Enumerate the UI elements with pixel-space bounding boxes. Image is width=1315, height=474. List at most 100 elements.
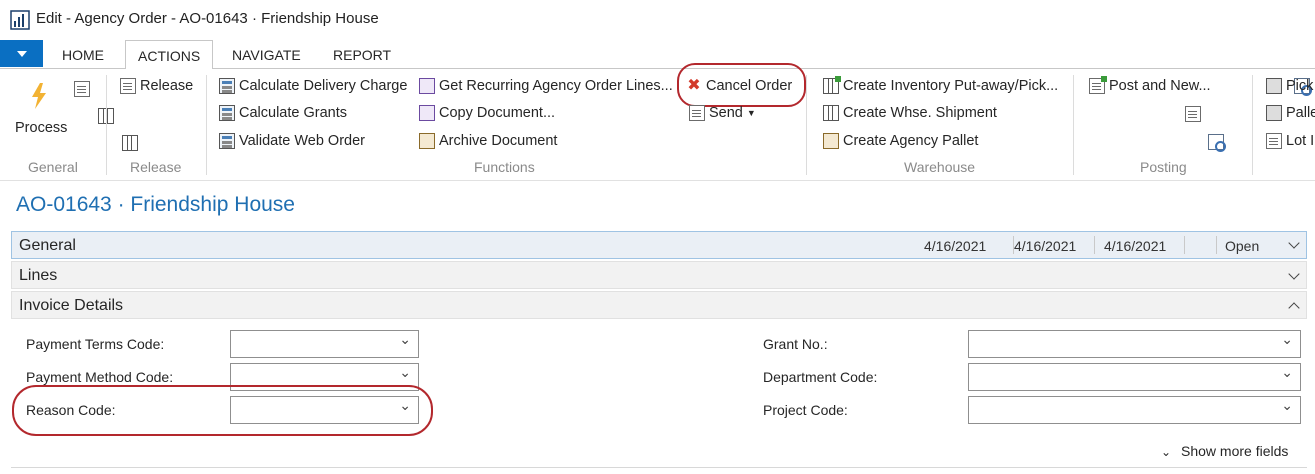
tab-report[interactable]: REPORT	[333, 47, 391, 63]
lot-icon	[1266, 133, 1282, 149]
divider	[1184, 236, 1185, 254]
project-code-label: Project Code:	[763, 402, 848, 418]
pallet-icon	[823, 133, 839, 149]
group-label-release: Release	[130, 159, 182, 175]
copy-document-button[interactable]: Copy Document...	[419, 102, 555, 124]
calculator-icon	[219, 105, 235, 121]
pick-label: Pick	[1286, 78, 1314, 94]
release-icon	[120, 78, 136, 94]
highlight-circle-reason-code	[12, 385, 433, 436]
chevron-down-icon[interactable]	[1288, 268, 1300, 280]
chevron-down-icon[interactable]	[1288, 237, 1300, 249]
create-inventory-putaway-button[interactable]: Create Inventory Put-away/Pick...	[823, 75, 1058, 97]
archive-document-label: Archive Document	[439, 133, 558, 149]
ribbon: Process General Release Release Calculat…	[0, 63, 1315, 181]
general-status: Open	[1225, 238, 1260, 254]
calculator-icon	[219, 133, 235, 149]
post-icon	[1089, 76, 1107, 94]
ribbon-divider	[106, 75, 107, 175]
send-label: Send	[709, 105, 743, 121]
tab-home[interactable]: HOME	[62, 47, 104, 63]
release-label: Release	[140, 78, 194, 94]
group-label-general: General	[28, 159, 78, 175]
shipment-icon	[823, 105, 839, 121]
dropdown-arrow-icon: ▼	[746, 108, 756, 118]
copy-document-icon	[419, 105, 435, 121]
validate-web-order-button[interactable]: Validate Web Order	[219, 130, 365, 152]
fasttab-general-label: General	[19, 237, 76, 254]
archive-document-button[interactable]: Archive Document	[419, 130, 557, 152]
send-icon	[689, 105, 705, 121]
grid-icon[interactable]	[121, 135, 138, 151]
group-label-warehouse: Warehouse	[904, 159, 976, 175]
payment-terms-code-label: Payment Terms Code:	[26, 336, 165, 352]
tab-navigate[interactable]: NAVIGATE	[232, 47, 301, 63]
general-date-2: 4/16/2021	[1014, 238, 1077, 254]
fasttab-lines-label: Lines	[19, 267, 58, 284]
calculate-delivery-charge-label: Calculate Delivery Charge	[239, 78, 408, 94]
send-button[interactable]: Send ▼	[689, 102, 756, 124]
calculate-delivery-charge-button[interactable]: Calculate Delivery Charge	[219, 75, 407, 97]
department-code-select[interactable]	[968, 363, 1301, 391]
create-whse-shipment-button[interactable]: Create Whse. Shipment	[823, 102, 997, 124]
post-and-new-button[interactable]: Post and New...	[1089, 75, 1211, 97]
post-and-new-label: Post and New...	[1109, 78, 1211, 94]
ribbon-divider	[206, 75, 207, 175]
create-agency-pallet-label: Create Agency Pallet	[843, 133, 979, 149]
department-code-label: Department Code:	[763, 369, 878, 385]
create-agency-pallet-button[interactable]: Create Agency Pallet	[823, 130, 978, 152]
printer-icon	[1266, 78, 1282, 94]
fasttab-general[interactable]: General 4/16/2021 4/16/2021 4/16/2021 Op…	[11, 231, 1307, 259]
window-title: Edit - Agency Order - AO-01643 · Friends…	[36, 10, 379, 27]
create-inventory-putaway-label: Create Inventory Put-away/Pick...	[843, 78, 1059, 94]
fasttab-invoice-details-label: Invoice Details	[19, 297, 124, 314]
project-code-select[interactable]	[968, 396, 1301, 424]
pallet-label: Palle	[1286, 105, 1315, 121]
page-title: AO-01643 · Friendship House	[16, 193, 295, 216]
fasttab-lines[interactable]: Lines	[11, 261, 1307, 289]
group-label-functions: Functions	[474, 159, 535, 175]
pick-button[interactable]: Pick	[1266, 75, 1313, 97]
ribbon-divider	[806, 75, 807, 175]
chevron-up-icon[interactable]	[1288, 302, 1300, 314]
process-button[interactable]: Process	[15, 117, 67, 139]
grant-no-select[interactable]	[968, 330, 1301, 358]
divider	[1216, 236, 1217, 254]
highlight-circle-cancel-order	[677, 63, 806, 107]
ribbon-divider	[1073, 75, 1074, 175]
release-button[interactable]: Release	[120, 75, 193, 97]
calculator-icon	[219, 78, 235, 94]
test-report-icon[interactable]	[1184, 106, 1201, 122]
general-date-3: 4/16/2021	[1104, 238, 1167, 254]
archive-icon	[419, 133, 435, 149]
title-bar: Edit - Agency Order - AO-01643 · Friends…	[0, 0, 1315, 40]
create-whse-shipment-label: Create Whse. Shipment	[843, 105, 997, 121]
printer-icon	[1266, 105, 1282, 121]
recurring-lines-icon	[419, 78, 435, 94]
fasttab-invoice-details[interactable]: Invoice Details	[11, 291, 1307, 319]
grant-no-label: Grant No.:	[763, 336, 828, 352]
group-label-posting: Posting	[1140, 159, 1187, 175]
chevron-down-icon[interactable]: ⌄	[1161, 445, 1171, 459]
get-recurring-lines-label: Get Recurring Agency Order Lines...	[439, 78, 673, 94]
ribbon-divider	[1252, 75, 1253, 175]
document-icon[interactable]	[74, 81, 90, 97]
lightning-bolt-icon	[32, 83, 46, 109]
calculate-grants-button[interactable]: Calculate Grants	[219, 102, 347, 124]
ribbon-tab-row: HOME ACTIONS NAVIGATE REPORT	[0, 40, 1315, 70]
lot-button[interactable]: Lot I	[1266, 130, 1314, 152]
payment-terms-code-select[interactable]	[230, 330, 419, 358]
validate-web-order-label: Validate Web Order	[239, 133, 365, 149]
pallet-button[interactable]: Palle	[1266, 102, 1315, 124]
lot-label: Lot I	[1286, 133, 1315, 149]
calculate-grants-label: Calculate Grants	[239, 105, 347, 121]
preview-icon[interactable]	[1208, 134, 1227, 152]
application-menu-button[interactable]	[0, 40, 43, 67]
get-recurring-lines-button[interactable]: Get Recurring Agency Order Lines...	[419, 75, 673, 97]
copy-document-label: Copy Document...	[439, 105, 556, 121]
app-logo-icon	[10, 10, 30, 30]
tab-actions[interactable]: ACTIONS	[125, 40, 214, 70]
show-more-fields-link[interactable]: Show more fields	[1181, 443, 1288, 459]
divider	[1094, 236, 1095, 254]
payment-method-code-label: Payment Method Code:	[26, 369, 174, 385]
